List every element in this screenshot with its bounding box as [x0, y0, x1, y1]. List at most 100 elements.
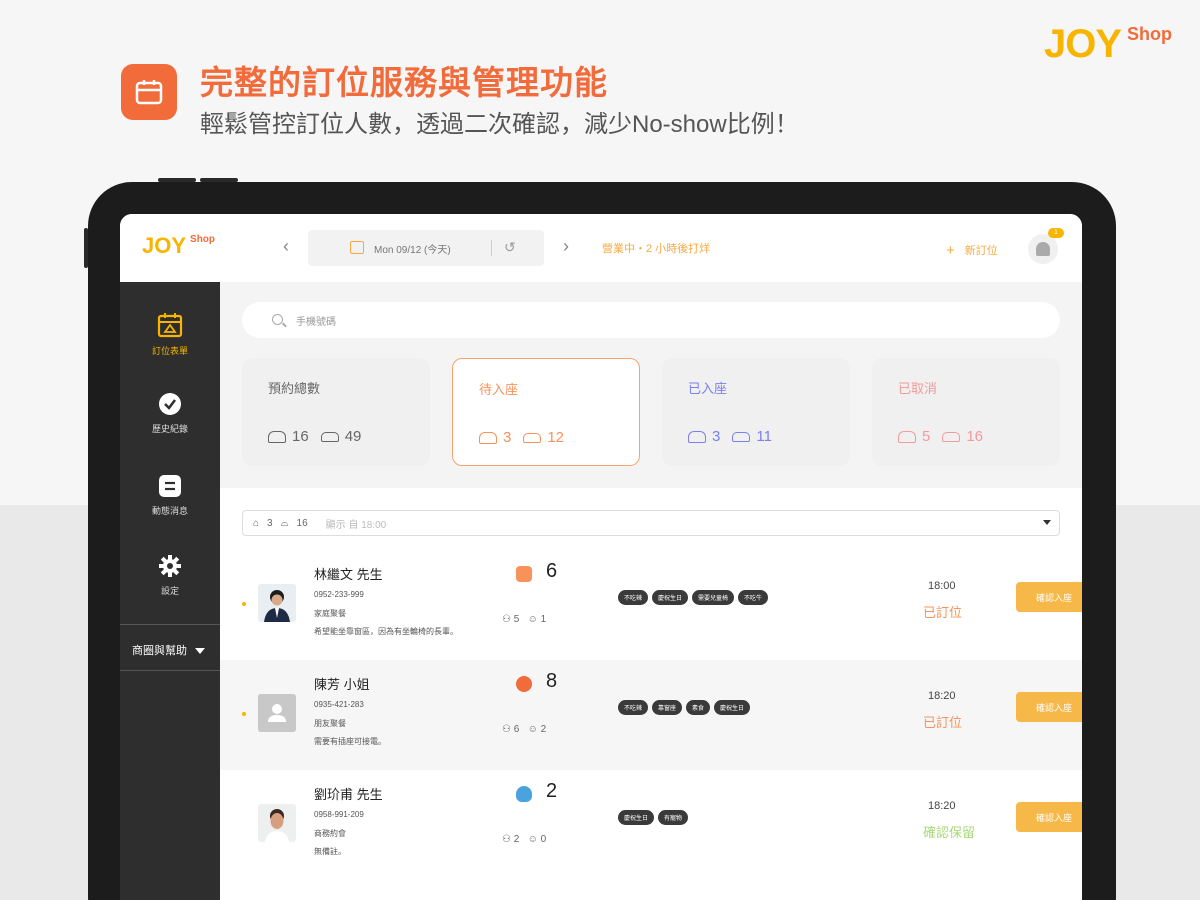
table-row[interactable]: 劉玠甫 先生 0958-991-209 商務約會 無備註。 2 ⚇ 2 ☺ 0 …	[220, 770, 1082, 880]
tag: 慶祝生日	[618, 810, 655, 825]
summary-panel: 手機號碼 預約總數 16 49 待入座 3 12 已入座 3 11 已取消 5 …	[220, 282, 1082, 488]
avatar	[258, 694, 296, 732]
tag: 有寵物	[658, 810, 689, 825]
app-logo-shop: Shop	[190, 234, 216, 245]
guest-phone: 0958-991-209	[314, 810, 364, 819]
people-icon	[942, 431, 961, 442]
sidebar-item-label: 歷史紀錄	[151, 424, 188, 434]
tag-list: 不吃辣 慶祝生日 需要兒童椅 不吃牛	[618, 590, 769, 605]
stat-counts: 16 49	[268, 428, 361, 445]
guest-name: 陳芳 小姐	[314, 677, 370, 692]
sidebar-item-news[interactable]: 動態消息	[120, 474, 220, 517]
booking-status: 已訂位	[923, 715, 963, 730]
guest-breakdown: ⚇ 5 ☺ 1	[502, 614, 546, 625]
stat-counts: 3 12	[479, 429, 564, 446]
sidebar-item-label: 訂位表單	[151, 346, 188, 356]
guest-name: 林繼文 先生	[314, 567, 383, 582]
party-size: 8	[546, 670, 558, 692]
booking-status: 確認保留	[923, 825, 976, 840]
child-icon: ☺	[527, 834, 538, 845]
tablet-power-button	[84, 228, 88, 268]
stat-card-seated[interactable]: 已入座 3 11	[662, 358, 850, 466]
stat-title: 預約總數	[268, 381, 321, 396]
sidebar-item-label: 動態消息	[151, 506, 188, 516]
store-selector[interactable]: 商圈與幫助	[132, 642, 205, 658]
people-icon	[732, 431, 751, 442]
stat-groups: 3	[712, 428, 721, 445]
stat-groups: 5	[922, 428, 931, 445]
guest-name: 劉玠甫 先生	[314, 787, 383, 802]
confirm-seated-button[interactable]: 確認入座	[1016, 582, 1082, 612]
booking-source-icon	[516, 786, 532, 802]
stat-groups: 16	[292, 428, 309, 445]
tag: 素食	[686, 700, 711, 715]
unread-dot	[242, 712, 246, 716]
next-day-button[interactable]: ›	[556, 236, 576, 257]
stat-card-total[interactable]: 預約總數 16 49	[242, 358, 430, 466]
tag: 不吃辣	[618, 700, 649, 715]
confirm-seated-button[interactable]: 確認入座	[1016, 802, 1082, 832]
sidebar-divider	[120, 670, 220, 671]
prev-day-button[interactable]: ‹	[276, 236, 296, 257]
stat-people: 16	[966, 428, 984, 445]
stat-groups: 3	[503, 429, 512, 446]
plus-icon: +	[946, 242, 955, 259]
stat-people: 49	[344, 428, 362, 445]
search-placeholder: 手機號碼	[296, 316, 336, 328]
guest-breakdown: ⚇ 2 ☺ 0	[502, 834, 546, 845]
sidebar-item-settings[interactable]: 設定	[120, 554, 220, 597]
app-screen: JOY Shop ‹ Mon 09/12 (今天) ↺ › 營業中・2 小時後打…	[120, 214, 1082, 900]
booking-time: 18:20	[928, 690, 956, 702]
stat-counts: 3 11	[688, 428, 772, 445]
booking-status: 已訂位	[923, 605, 963, 620]
adult-count: 6	[513, 724, 520, 735]
calendar-icon	[121, 64, 177, 120]
filter-hint: 顯示 自 18:00	[325, 519, 387, 531]
child-icon: ☺	[527, 614, 538, 625]
date-picker[interactable]: Mon 09/12 (今天) ↺	[308, 230, 544, 266]
reservation-list: ⌂ 3 ⌓ 16 顯示 自 18:00 林繼文 先生 0952-233-999 …	[220, 488, 1082, 900]
sidebar-item-label: 設定	[160, 586, 179, 596]
time-filter-select[interactable]: ⌂ 3 ⌓ 16 顯示 自 18:00	[242, 510, 1060, 536]
tag: 不吃辣	[618, 590, 649, 605]
search-input[interactable]: 手機號碼	[242, 302, 1060, 338]
app-header: JOY Shop ‹ Mon 09/12 (今天) ↺ › 營業中・2 小時後打…	[120, 214, 1082, 282]
guest-breakdown: ⚇ 6 ☺ 2	[502, 724, 546, 735]
people-icon	[523, 432, 542, 443]
avatar	[258, 584, 296, 622]
adult-count: 5	[513, 614, 520, 625]
people-icon: ⌓	[280, 517, 289, 529]
table-row[interactable]: 陳芳 小姐 0935-421-283 朋友聚餐 需要有插座可接電。 8 ⚇ 6 …	[220, 660, 1082, 770]
stat-title: 待入座	[479, 382, 519, 397]
child-count: 2	[540, 724, 547, 735]
stat-card-cancelled[interactable]: 已取消 5 16	[872, 358, 1060, 466]
sidebar-divider	[120, 624, 220, 625]
adult-icon: ⚇	[502, 834, 511, 845]
stat-card-waiting[interactable]: 待入座 3 12	[452, 358, 640, 466]
notification-button[interactable]: 1	[1028, 228, 1064, 264]
stat-title: 已取消	[898, 381, 938, 396]
reset-icon[interactable]: ↺	[504, 239, 516, 256]
avatar	[258, 804, 296, 842]
gear-icon	[158, 554, 182, 578]
party-size: 6	[546, 560, 558, 582]
table-row[interactable]: 林繼文 先生 0952-233-999 家庭聚餐 希望能坐靠窗區，因為有坐輪椅的…	[220, 550, 1082, 660]
brand-shop: Shop	[1127, 24, 1173, 44]
new-booking-button[interactable]: + 新訂位	[946, 241, 998, 259]
business-status: 營業中・2 小時後打烊	[602, 243, 711, 255]
sidebar-item-booking-form[interactable]: 訂位表單	[120, 312, 220, 357]
child-count: 1	[540, 614, 547, 625]
sidebar-item-history[interactable]: 歷史紀錄	[120, 392, 220, 435]
sidebar: 訂位表單 歷史紀錄 動態消息 設定 商圈與幫助	[120, 282, 220, 900]
adult-icon: ⚇	[502, 724, 511, 735]
store-selector-label: 商圈與幫助	[132, 645, 187, 657]
guest-phone: 0935-421-283	[314, 700, 364, 709]
tag-list: 慶祝生日 有寵物	[618, 810, 689, 825]
caret-down-icon	[1043, 520, 1051, 525]
app-logo[interactable]: JOY Shop	[142, 234, 215, 258]
tag: 慶祝生日	[714, 700, 751, 715]
booking-note: 希望能坐靠窗區，因為有坐輪椅的長輩。	[314, 627, 458, 636]
booking-purpose: 朋友聚餐	[314, 719, 346, 728]
booking-source-icon	[516, 676, 532, 692]
confirm-seated-button[interactable]: 確認入座	[1016, 692, 1082, 722]
